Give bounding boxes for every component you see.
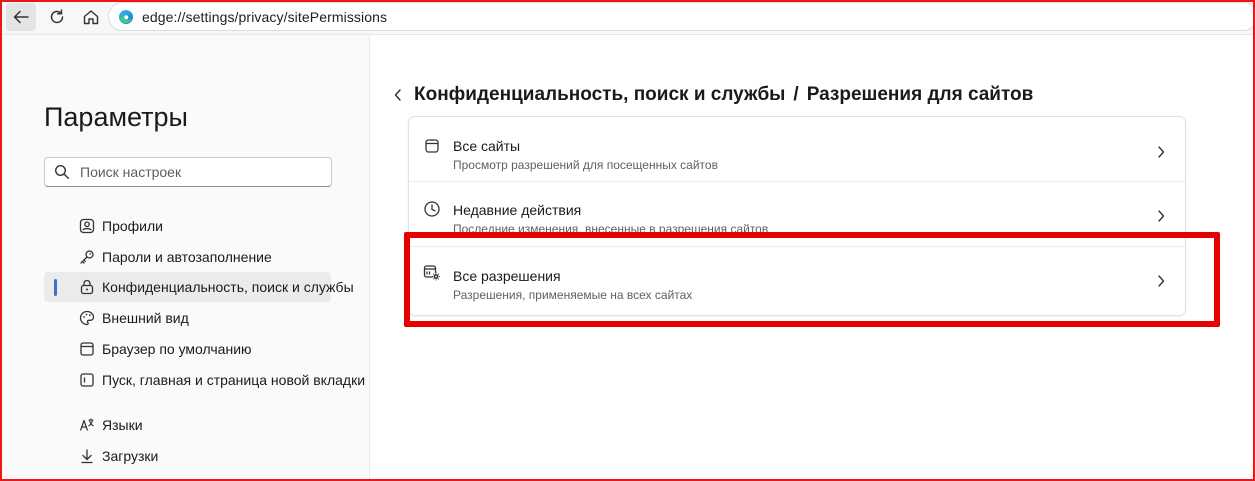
sidebar-item-label: Браузер по умолчанию [102,341,252,357]
key-icon [78,248,96,266]
sidebar-item-languages[interactable]: Языки [44,410,331,440]
download-icon [78,447,96,465]
home-button[interactable] [76,3,106,31]
refresh-icon [50,9,64,24]
refresh-button[interactable] [42,3,72,31]
chevron-right-icon [1155,145,1167,159]
palette-icon [78,309,96,327]
sidebar-item-label: Пуск, главная и страница новой вкладки [102,372,366,388]
search-input[interactable] [78,163,322,181]
back-button[interactable] [6,3,36,31]
sidebar-item-appearance[interactable]: Внешний вид [44,303,331,333]
breadcrumb: Конфиденциальность, поиск и службы / Раз… [390,82,1033,108]
lock-icon [78,278,96,296]
row-title: Недавние действия [453,202,582,218]
browser-toolbar: edge://settings/privacy/sitePermissions [0,0,1255,35]
sidebar-item-label: Конфиденциальность, поиск и службы [102,279,354,295]
home-icon [83,10,99,25]
recent-activity-row[interactable]: Недавние действия Последние изменения, в… [409,182,1185,246]
chevron-left-icon[interactable] [390,87,406,103]
site-permissions-card: Все сайты Просмотр разрешений для посеще… [408,116,1186,316]
sidebar-item-label: Загрузки [102,448,159,464]
language-icon [78,416,96,434]
row-title: Все разрешения [453,268,561,284]
permissions-gear-icon [423,264,441,282]
arrow-left-icon [13,10,29,24]
breadcrumb-current: Разрешения для сайтов [806,84,1034,105]
chevron-right-icon [1155,209,1167,223]
sidebar-item-profiles[interactable]: Профили [44,211,331,241]
all-permissions-row[interactable]: Все разрешения Разрешения, применяемые н… [409,248,1185,312]
row-subtitle: Просмотр разрешений для посещенных сайто… [453,158,718,172]
breadcrumb-parent-link[interactable]: Конфиденциальность, поиск и службы [414,84,785,106]
browser-window-icon [78,340,96,358]
all-sites-icon [423,137,441,155]
sidebar-item-label: Пароли и автозаполнение [102,249,272,265]
row-subtitle: Последние изменения, внесенные в разреше… [453,222,769,236]
clock-icon [423,200,441,218]
sidebar-item-label: Языки [102,417,143,433]
row-divider [409,246,1185,247]
home-page-icon [78,371,96,389]
search-icon [54,164,70,180]
sidebar-item-privacy[interactable]: Конфиденциальность, поиск и службы [44,272,354,302]
address-bar[interactable]: edge://settings/privacy/sitePermissions [108,2,1255,31]
sidebar-item-label: Профили [102,218,163,234]
sidebar-item-start-page[interactable]: Пуск, главная и страница новой вкладки [44,365,365,395]
sidebar-item-downloads[interactable]: Загрузки [44,441,331,471]
sidebar-item-passwords[interactable]: Пароли и автозаполнение [44,242,331,272]
chevron-right-icon [1155,274,1167,288]
url-text: edge://settings/privacy/sitePermissions [142,8,388,25]
edge-logo-icon [118,9,134,25]
page-title: Параметры [44,102,188,132]
all-sites-row[interactable]: Все сайты Просмотр разрешений для посеще… [409,117,1185,181]
sidebar-item-label: Внешний вид [102,310,189,326]
row-title: Все сайты [453,138,521,154]
breadcrumb-separator: / [793,84,799,105]
settings-search-box[interactable] [44,157,332,187]
profile-icon [78,217,96,235]
row-subtitle: Разрешения, применяемые на всех сайтах [453,288,693,302]
sidebar-item-default-browser[interactable]: Браузер по умолчанию [44,334,331,364]
active-indicator [54,279,57,296]
